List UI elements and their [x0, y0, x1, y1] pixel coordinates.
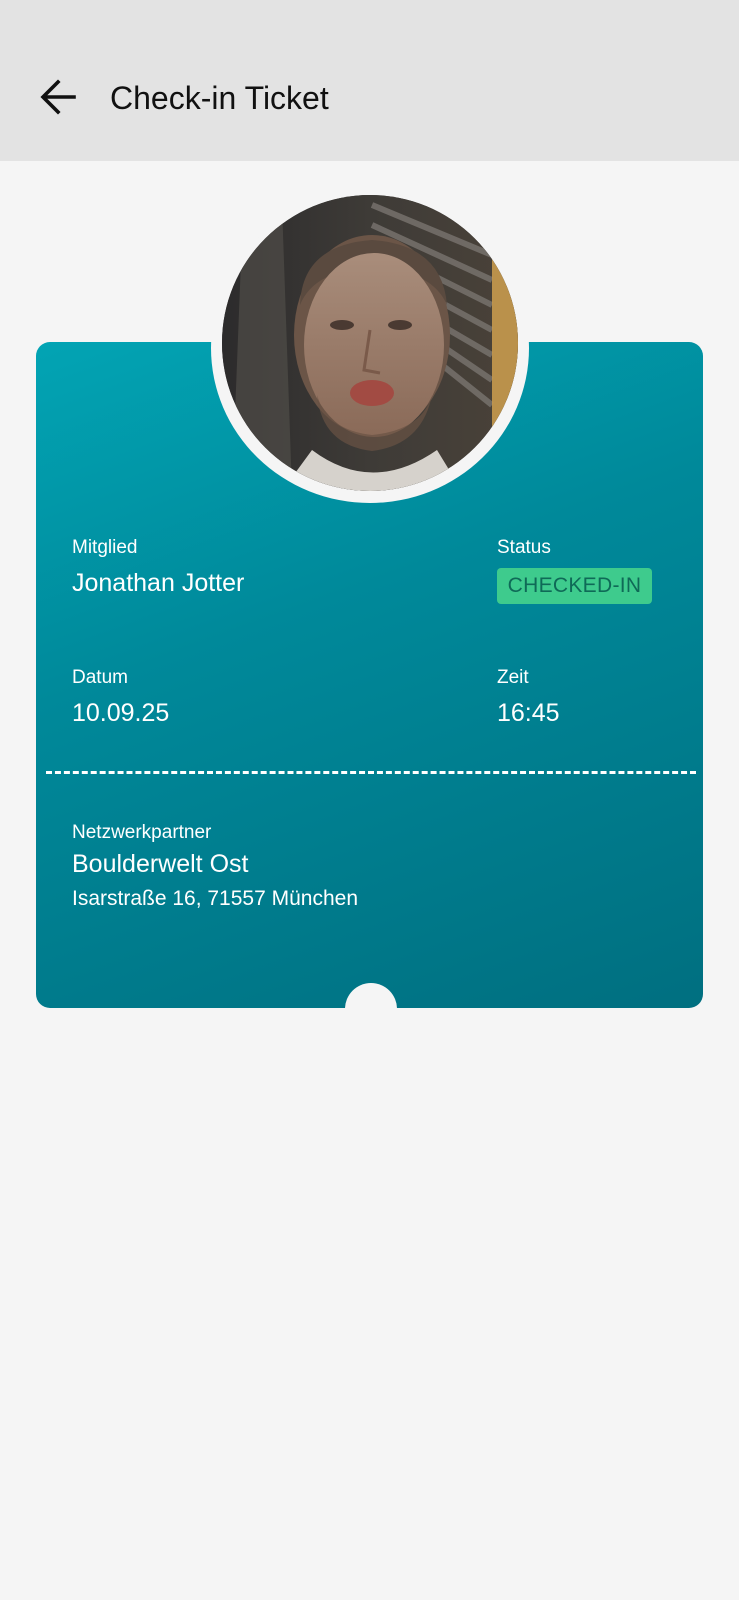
status-badge: CHECKED-IN [497, 568, 652, 604]
avatar-image [222, 195, 518, 491]
partner-label: Netzwerkpartner [72, 822, 212, 843]
member-photo [222, 195, 518, 491]
back-button[interactable] [34, 73, 82, 121]
time-value: 16:45 [497, 699, 560, 727]
time-label: Zeit [497, 667, 529, 688]
date-label: Datum [72, 667, 128, 688]
ticket-notch [345, 983, 397, 1008]
partner-address: Isarstraße 16, 71557 München [72, 887, 359, 910]
app-bar: Check-in Ticket [0, 0, 739, 161]
arrow-left-icon [40, 79, 76, 115]
partner-name: Boulderwelt Ost [72, 850, 249, 878]
member-label: Mitglied [72, 537, 138, 558]
ticket-divider [46, 771, 696, 774]
member-name: Jonathan Jotter [72, 569, 245, 597]
date-value: 10.09.25 [72, 699, 170, 727]
page-title: Check-in Ticket [110, 80, 329, 116]
status-label: Status [497, 537, 551, 558]
